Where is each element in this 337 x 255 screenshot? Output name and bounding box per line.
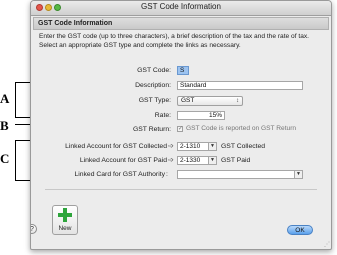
rate-label: Rate: <box>154 112 171 119</box>
ok-button[interactable]: OK <box>287 225 313 235</box>
gst-return-checkbox-label: GST Code is reported on GST Return <box>186 125 297 132</box>
updown-arrows-icon: ↕ <box>236 98 239 104</box>
section-header: GST Code Information <box>33 17 329 30</box>
callout-b: B <box>0 118 9 133</box>
title-bar: GST Code Information <box>31 1 331 16</box>
chevron-down-icon[interactable]: ▼ <box>208 143 216 150</box>
description-field[interactable]: Standard <box>177 81 303 90</box>
gst-type-value: GST <box>181 97 195 104</box>
resize-grip-icon[interactable]: ⋰ <box>324 241 330 248</box>
gst-code-label: GST Code: <box>137 67 171 74</box>
help-button[interactable]: ? <box>30 224 37 234</box>
new-button[interactable]: New <box>52 205 78 235</box>
gst-return-checkbox[interactable]: ✓ <box>177 126 183 132</box>
question-mark-icon: ? <box>30 226 34 233</box>
gst-return-label: GST Return: <box>132 126 171 133</box>
linked-authority-colon: : <box>166 171 168 178</box>
linked-paid-field[interactable]: 2-1330 ▼ <box>177 156 217 165</box>
chevron-down-icon[interactable]: ▼ <box>208 157 216 164</box>
linked-collected-label: Linked Account for GST Collected <box>65 143 167 150</box>
callout-a: A <box>0 91 10 106</box>
linked-authority-label: Linked Card for GST Authority <box>74 171 165 178</box>
divider <box>45 189 317 190</box>
gst-code-field[interactable]: S <box>177 66 189 75</box>
linked-paid-account: 2-1330 <box>180 157 201 164</box>
plus-icon <box>58 208 72 222</box>
linked-paid-name: GST Paid <box>221 157 251 164</box>
chevron-down-icon[interactable]: ▼ <box>294 171 302 178</box>
new-button-label: New <box>58 225 72 232</box>
linked-collected-field[interactable]: 2-1310 ▼ <box>177 142 217 151</box>
window-title: GST Code Information <box>141 2 221 11</box>
callout-c: C <box>0 151 10 166</box>
linked-paid-label: Linked Account for GST Paid <box>79 157 167 164</box>
arrow-right-icon[interactable]: ➩ <box>168 142 174 150</box>
rate-field[interactable]: 15% <box>177 111 225 120</box>
arrow-right-icon[interactable]: ➩ <box>168 156 174 164</box>
intro-text: Enter the GST code (up to three characte… <box>39 33 310 49</box>
gst-code-window: GST Code Information GST Code Informatio… <box>30 0 332 250</box>
gst-type-select[interactable]: GST ↕ <box>177 96 243 106</box>
linked-authority-field[interactable]: ▼ <box>177 170 303 179</box>
page: A B C GST Code Information GST Code Info… <box>0 0 337 255</box>
linked-collected-name: GST Collected <box>221 143 266 150</box>
description-label: Description: <box>135 82 171 89</box>
linked-collected-account: 2-1310 <box>180 143 201 150</box>
gst-type-label: GST Type: <box>138 97 171 104</box>
